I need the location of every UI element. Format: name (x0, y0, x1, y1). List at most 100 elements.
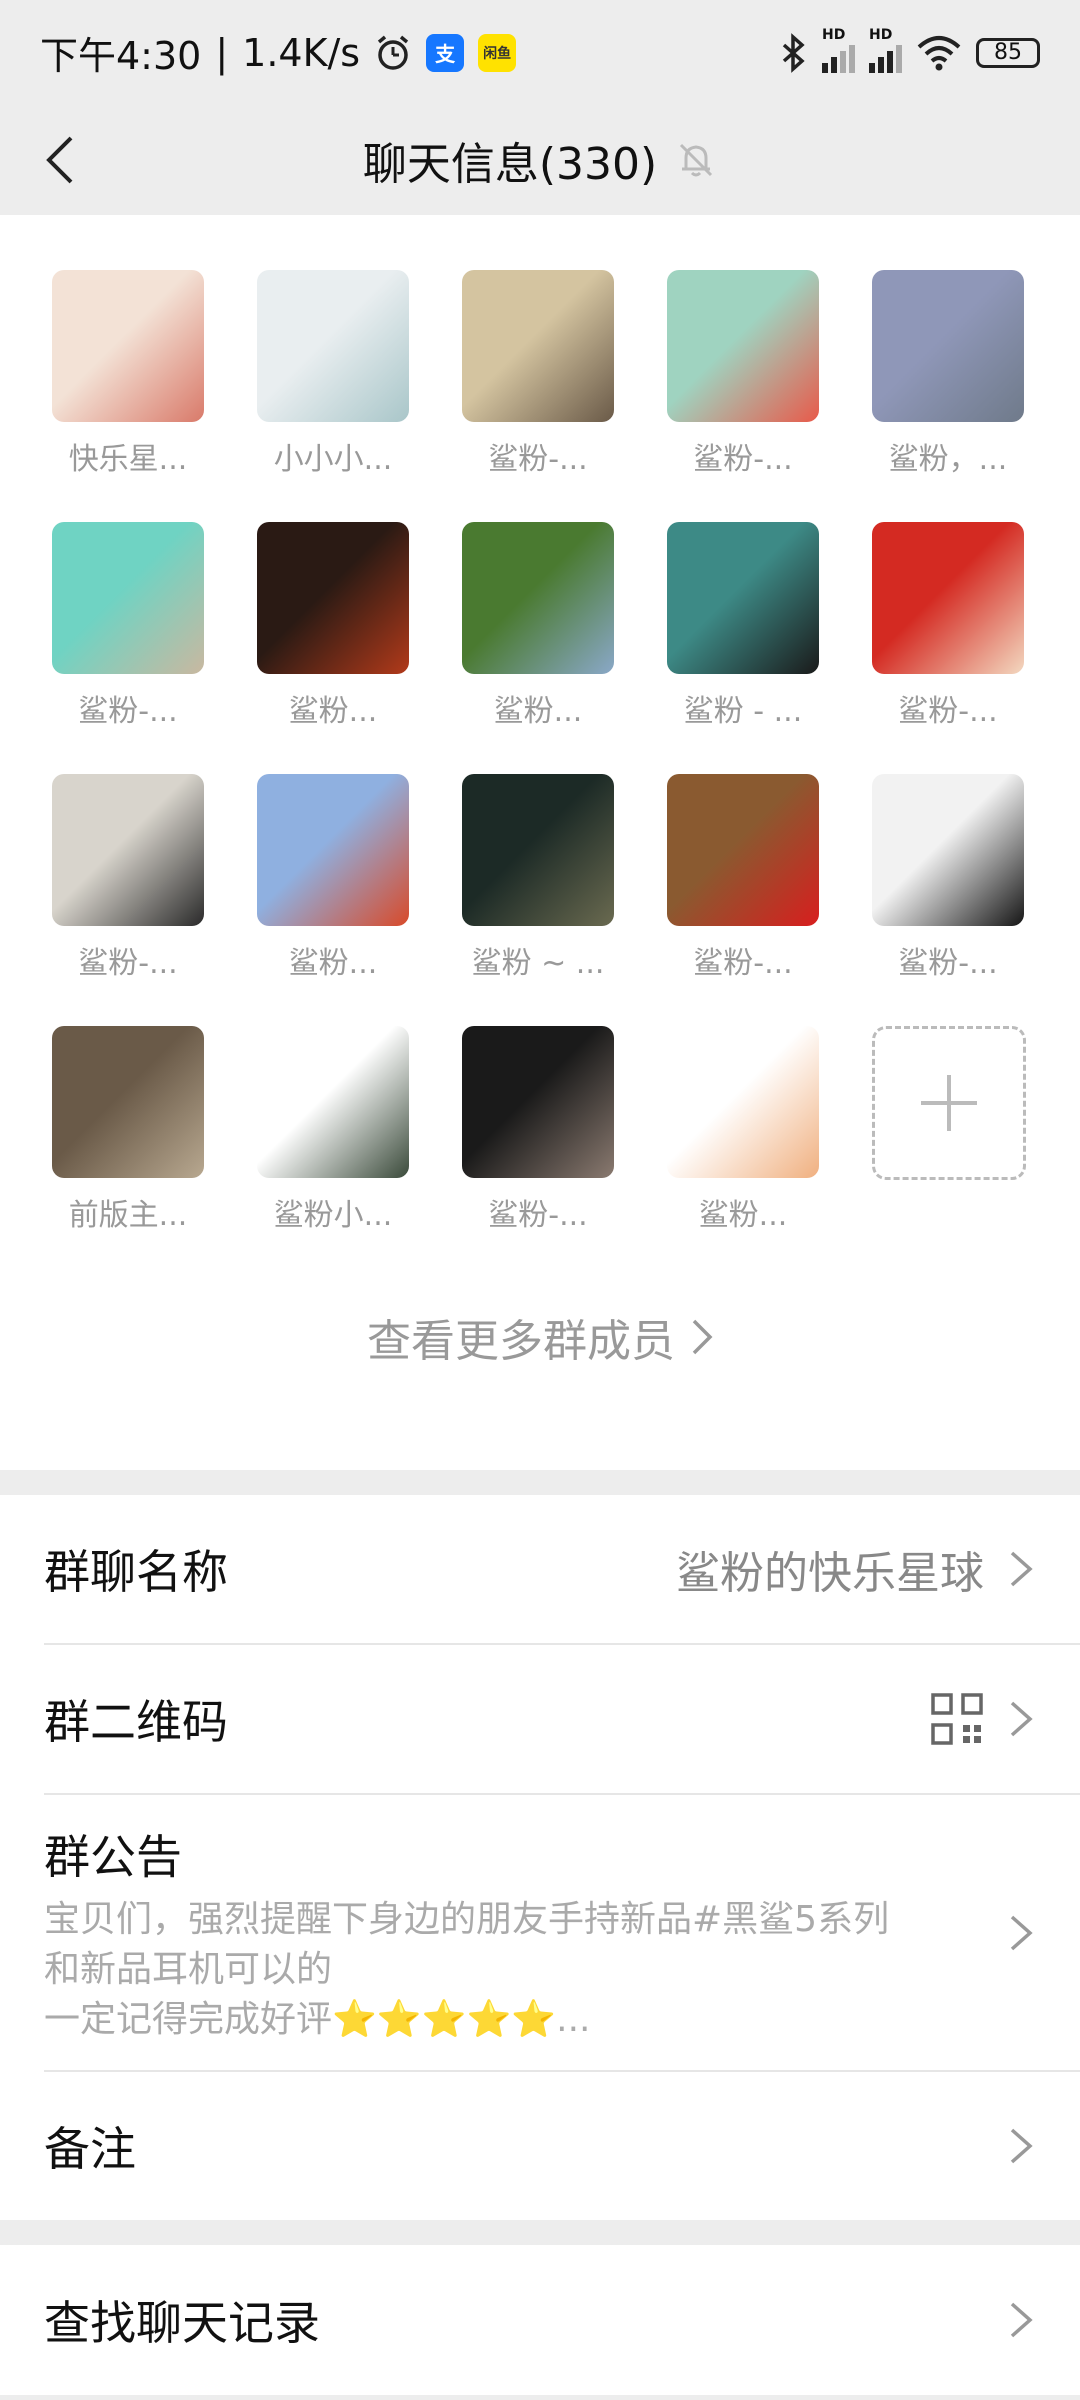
member-name: 前版主... (68, 1198, 188, 1233)
member-avatar[interactable] (872, 774, 1024, 926)
add-member-button[interactable] (872, 1026, 1026, 1180)
group-notice-text: 宝贝们，强烈提醒下身边的朋友手持新品#黑鲨5系列 和新品耳机可以的 一定记得完成… (44, 1895, 944, 2045)
member-item[interactable]: 鲨粉-... (872, 522, 1024, 730)
member-avatar[interactable] (462, 522, 614, 674)
plus-icon (921, 1075, 977, 1131)
member-item[interactable]: 鲨粉-... (667, 270, 819, 478)
more-members-link[interactable]: 查看更多群成员 (0, 1305, 1080, 1369)
member-name: 鲨粉-... (693, 946, 793, 981)
chevron-right-icon (1010, 1701, 1033, 1737)
member-name: 鲨粉... (288, 946, 378, 981)
group-name-label: 群聊名称 (44, 1545, 228, 1599)
chevron-right-icon (1010, 2302, 1033, 2338)
member-avatar[interactable] (667, 522, 819, 674)
chevron-right-icon (692, 1319, 713, 1355)
member-name: 鲨粉... (493, 694, 583, 729)
group-name-row[interactable]: 群聊名称 鲨粉的快乐星球 (44, 1495, 1080, 1645)
remark-label: 备注 (44, 2122, 136, 2176)
member-name: 鲨粉-... (488, 442, 588, 477)
qr-code-row[interactable]: 群二维码 (44, 1645, 1080, 1795)
hd-label-2: HD (869, 26, 893, 43)
member-avatar[interactable] (52, 1026, 204, 1178)
page-title: 聊天信息(330) (363, 128, 717, 192)
page-title-text: 聊天信息(330) (362, 139, 658, 190)
member-item[interactable]: 鲨粉... (257, 774, 409, 982)
member-avatar[interactable] (462, 774, 614, 926)
member-item[interactable]: 鲨粉，... (872, 270, 1024, 478)
back-arrow-icon (46, 136, 73, 184)
member-name: 鲨粉-... (693, 442, 793, 477)
member-name: 鲨粉 ~ ... (471, 946, 605, 981)
member-grid: 快乐星... 小小小... 鲨粉-... 鲨粉-... 鲨粉，... 鲨粉-... 鲨粉..… (52, 270, 1028, 1234)
more-members-label: 查看更多群成员 (367, 1316, 675, 1367)
member-avatar[interactable] (257, 1026, 409, 1178)
status-bar: 下午4:30 | 1.4K/s 支 闲鱼 HD HD 85 (0, 0, 1080, 105)
settings-list: 群聊名称 鲨粉的快乐星球 群二维码 群公告 宝贝们，强烈提醒下身边的朋友手持新品… (0, 1495, 1080, 2220)
member-avatar[interactable] (667, 1026, 819, 1178)
member-item[interactable]: 小小小... (257, 270, 409, 478)
status-bar-left: 下午4:30 | 1.4K/s 支 闲鱼 (40, 25, 517, 80)
member-avatar[interactable] (667, 270, 819, 422)
member-avatar[interactable] (872, 270, 1024, 422)
search-history-section: 查找聊天记录 (0, 2245, 1080, 2395)
member-name: 鲨粉小... (273, 1198, 393, 1233)
back-button[interactable] (30, 130, 90, 190)
member-avatar[interactable] (872, 522, 1024, 674)
member-avatar[interactable] (257, 270, 409, 422)
member-item[interactable]: 鲨粉-... (462, 1026, 614, 1234)
member-item[interactable]: 鲨粉小... (257, 1026, 409, 1234)
chevron-right-icon (1010, 1915, 1033, 1951)
add-member-item[interactable] (872, 1026, 1026, 1234)
remark-row[interactable]: 备注 (44, 2072, 1080, 2220)
member-name: 鲨粉，... (888, 442, 1008, 477)
alipay-icon: 支 (426, 33, 465, 72)
status-net-speed: 1.4K/s (242, 30, 361, 75)
member-avatar[interactable] (52, 774, 204, 926)
chevron-right-icon (1010, 2128, 1033, 2164)
member-item[interactable]: 鲨粉 - ... (667, 522, 819, 730)
member-avatar[interactable] (257, 774, 409, 926)
member-item[interactable]: 鲨粉-... (52, 522, 204, 730)
chevron-right-icon (1010, 1551, 1033, 1587)
member-item[interactable]: 鲨粉-... (52, 774, 204, 982)
hd-label: HD (822, 26, 846, 43)
notice-line-1: 宝贝们，强烈提醒下身边的朋友手持新品#黑鲨5系列 (44, 1898, 890, 1940)
member-avatar[interactable] (257, 522, 409, 674)
member-item[interactable]: 鲨粉... (257, 522, 409, 730)
search-history-row[interactable]: 查找聊天记录 (44, 2245, 1080, 2395)
member-name: 鲨粉-... (898, 946, 998, 981)
title-bar: 聊天信息(330) (0, 105, 1080, 215)
member-item[interactable]: 快乐星... (52, 270, 204, 478)
group-notice-label: 群公告 (44, 1829, 182, 1884)
bluetooth-icon (782, 32, 805, 73)
member-avatar[interactable] (52, 270, 204, 422)
member-name: 鲨粉-... (488, 1198, 588, 1233)
signal-icon: HD (822, 27, 855, 73)
alarm-icon (377, 35, 409, 70)
status-bar-right: HD HD 85 (778, 27, 1040, 73)
member-avatar[interactable] (667, 774, 819, 926)
member-item[interactable]: 鲨粉 ~ ... (462, 774, 614, 982)
mute-bell-icon (680, 143, 713, 177)
member-item[interactable]: 鲨粉... (462, 522, 614, 730)
member-item[interactable]: 前版主... (52, 1026, 204, 1234)
member-avatar[interactable] (462, 1026, 614, 1178)
member-avatar[interactable] (52, 522, 204, 674)
member-item[interactable]: 鲨粉-... (667, 774, 819, 982)
status-separator: | (215, 30, 229, 75)
qr-code-icon (931, 1693, 983, 1745)
member-name: 鲨粉-... (78, 946, 178, 981)
member-name: 鲨粉-... (78, 694, 178, 729)
search-history-label: 查找聊天记录 (44, 2296, 320, 2350)
member-item[interactable]: 鲨粉-... (872, 774, 1024, 982)
member-avatar[interactable] (462, 270, 614, 422)
member-name: 鲨粉... (698, 1198, 788, 1233)
notice-line-3: 一定记得完成好评⭐⭐⭐⭐⭐... (44, 1998, 591, 2040)
group-notice-row[interactable]: 群公告 宝贝们，强烈提醒下身边的朋友手持新品#黑鲨5系列 和新品耳机可以的 一定… (44, 1795, 1080, 2072)
member-item[interactable]: 鲨粉-... (462, 270, 614, 478)
signal-icon-2: HD (869, 27, 902, 73)
member-name: 小小小... (273, 442, 393, 477)
qr-code-label: 群二维码 (44, 1695, 228, 1749)
member-name: 鲨粉-... (898, 694, 998, 729)
member-item[interactable]: 鲨粉... (667, 1026, 819, 1234)
